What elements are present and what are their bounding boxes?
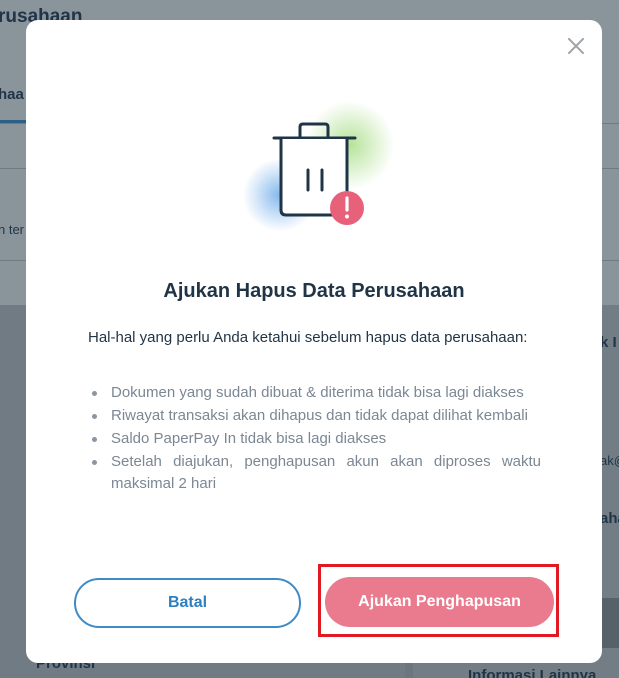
cancel-button[interactable]: Batal xyxy=(74,578,301,628)
close-icon[interactable] xyxy=(563,33,589,59)
list-item: Dokumen yang sudah dibuat & diterima tid… xyxy=(88,382,541,404)
background-info-label: Informasi Lainnya xyxy=(468,667,597,678)
background-tab[interactable]: haa xyxy=(0,86,24,103)
background-right-label: k I xyxy=(600,334,617,351)
list-item: Saldo PaperPay In tidak bisa lagi diakse… xyxy=(88,428,541,450)
background-field-text: n ter xyxy=(0,222,25,237)
dialog-intro-text: Hal-hal yang perlu Anda ketahui sebelum … xyxy=(88,329,528,346)
trash-warning-icon xyxy=(272,122,364,225)
dialog-points-list: Dokumen yang sudah dibuat & diterima tid… xyxy=(88,382,541,496)
highlight-box xyxy=(318,564,559,637)
background-right-email: ak@ xyxy=(600,453,619,468)
list-item: Setelah diajukan, penghapusan akun akan … xyxy=(88,451,541,495)
dialog-title: Ajukan Hapus Data Perusahaan xyxy=(163,280,465,302)
background-right-label2: aha xyxy=(600,510,619,527)
list-item: Riwayat transaksi akan dihapus dan tidak… xyxy=(88,405,541,427)
